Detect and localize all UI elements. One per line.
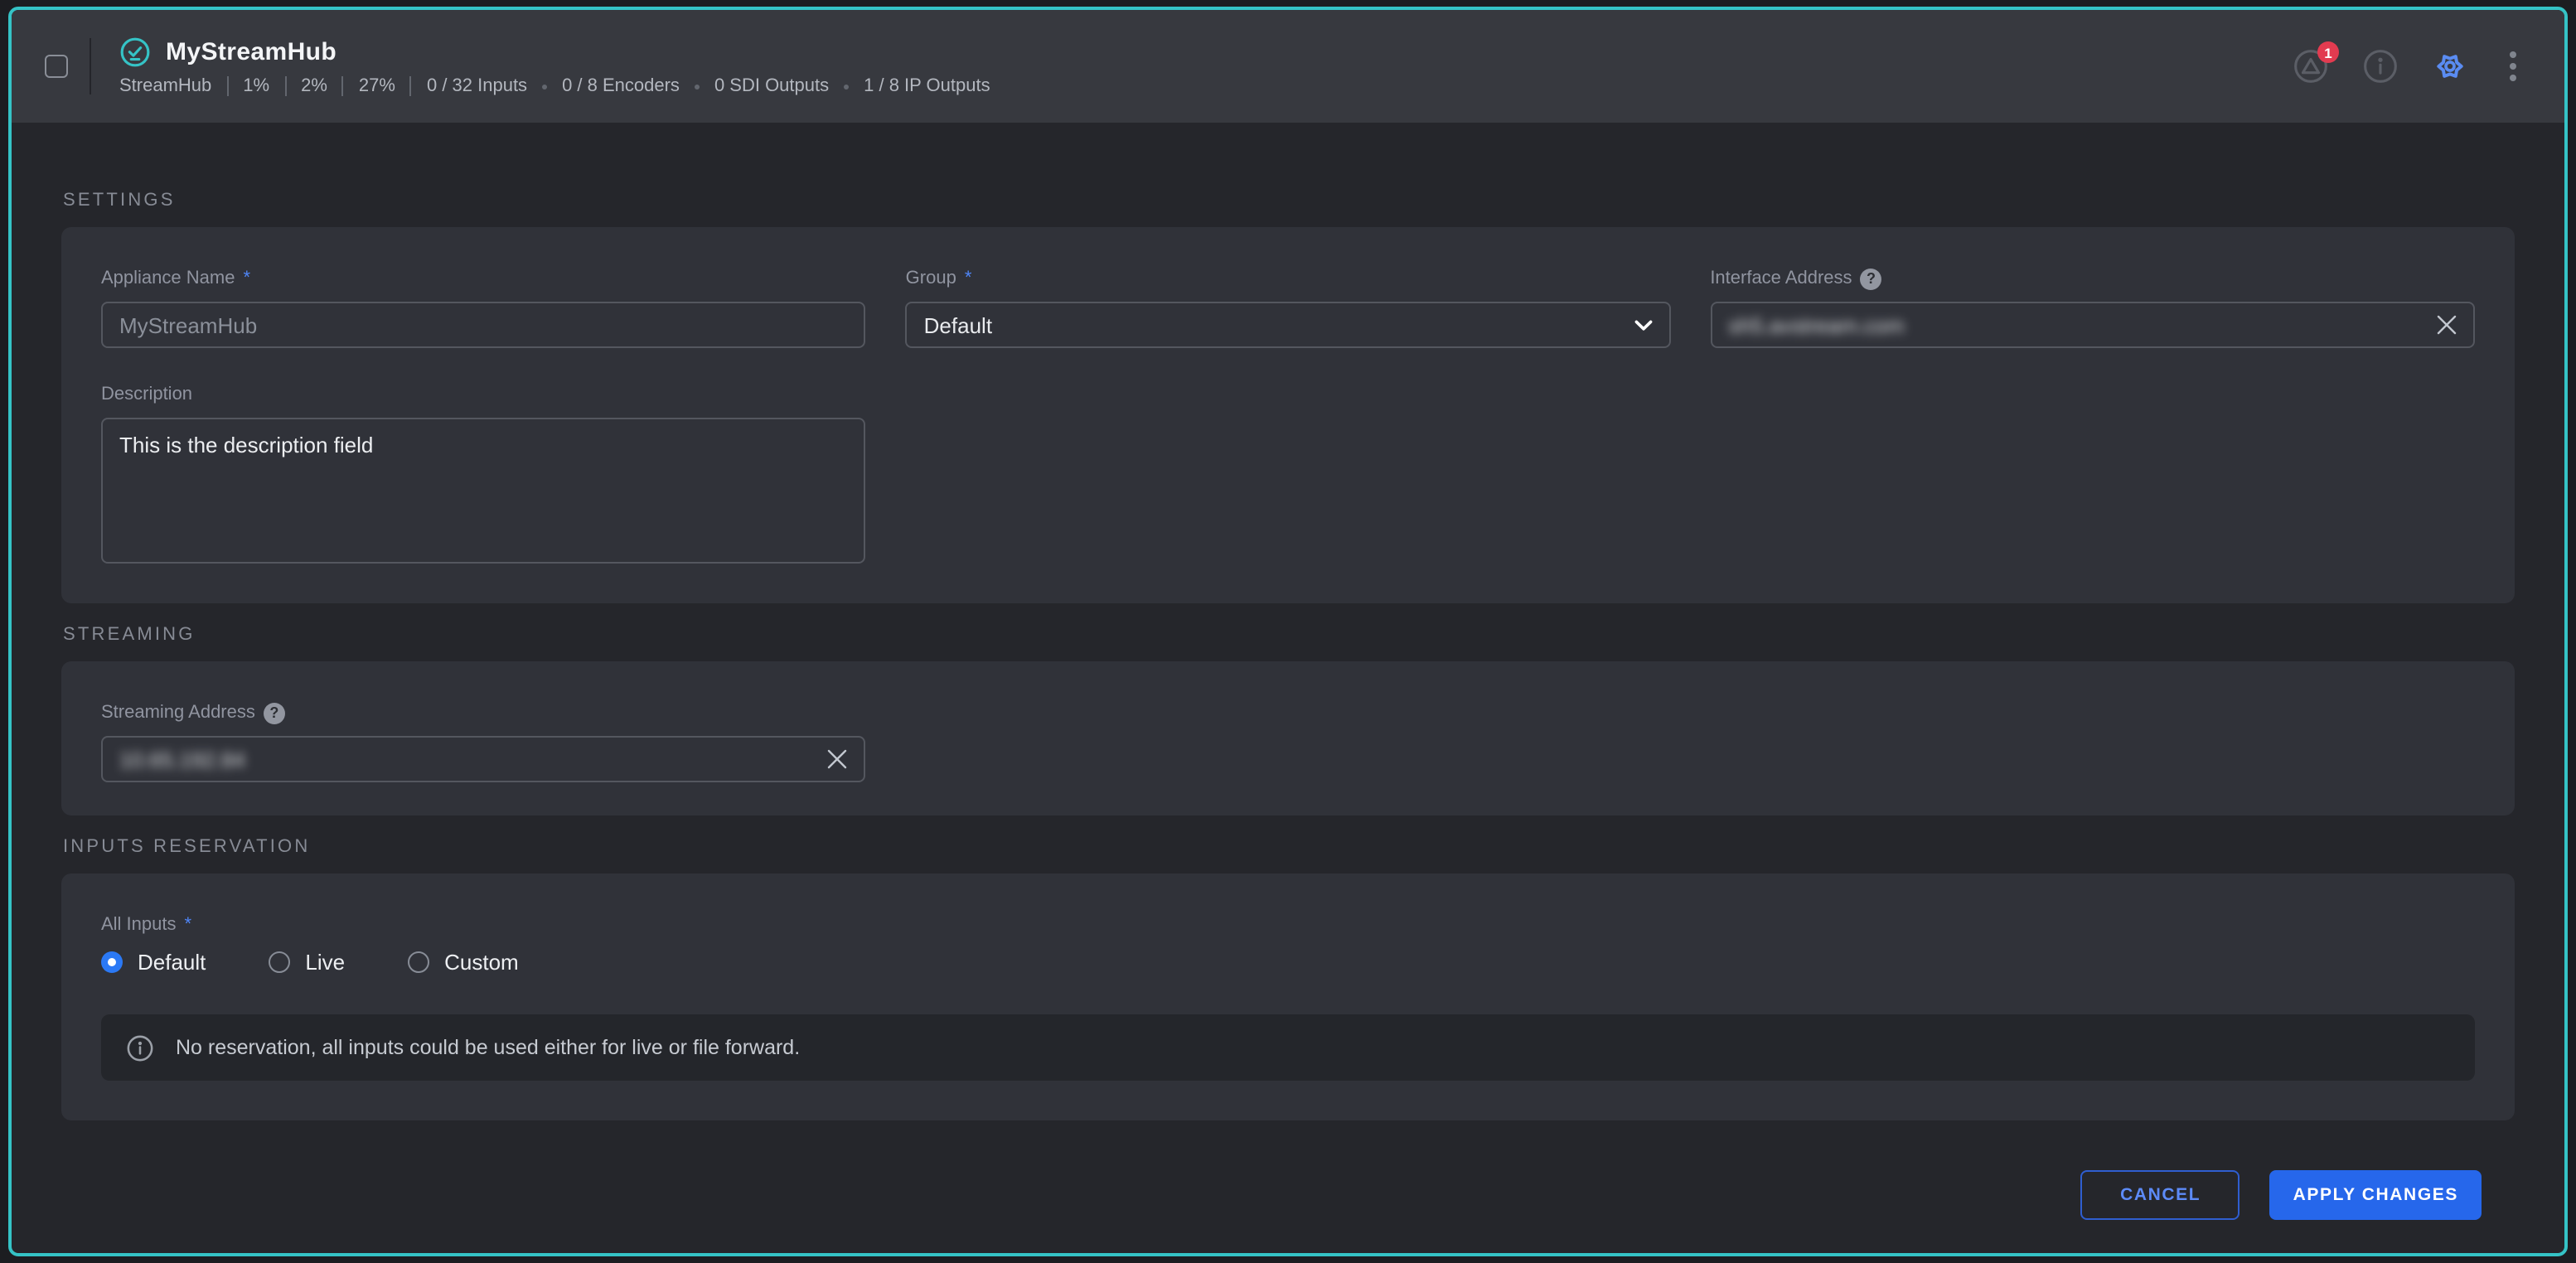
radio-option-default[interactable]: Default	[101, 950, 206, 975]
appliance-name-field-group: Appliance Name * MyStreamHub	[101, 267, 866, 348]
separator	[410, 76, 412, 96]
inputs-reservation-section-heading: INPUTS RESERVATION	[63, 835, 2515, 859]
streaming-card: Streaming Address ? 10.65.192.84	[61, 661, 2515, 815]
radio-option-label: Default	[138, 950, 206, 975]
title-block: MyStreamHub StreamHub 1% 2% 27% 0 / 32 I…	[119, 36, 990, 96]
meta-ip-outputs: 1 / 8 IP Outputs	[864, 76, 990, 96]
settings-gear-icon[interactable]	[2432, 48, 2468, 85]
group-selected-value: Default	[924, 312, 992, 337]
streaming-address-input[interactable]: 10.65.192.84	[101, 736, 866, 782]
reservation-info-banner: No reservation, all inputs could be used…	[101, 1014, 2475, 1081]
clear-interface-address-icon[interactable]	[2437, 315, 2457, 335]
alert-count-badge: 1	[2317, 41, 2339, 63]
header-actions: 1	[2293, 48, 2525, 85]
apply-changes-button[interactable]: APPLY CHANGES	[2270, 1170, 2482, 1220]
radio-option-custom[interactable]: Custom	[408, 950, 519, 975]
settings-card: Appliance Name * MyStreamHub Group * Defau…	[61, 227, 2515, 603]
screen: MyStreamHub StreamHub 1% 2% 27% 0 / 32 I…	[0, 0, 2576, 1263]
group-label: Group	[906, 267, 956, 290]
meta-disk: 27%	[359, 76, 395, 96]
appliance-panel: MyStreamHub StreamHub 1% 2% 27% 0 / 32 I…	[8, 7, 2568, 1256]
interface-address-input[interactable]: sh5.avstream.com	[1710, 302, 2475, 348]
select-appliance-checkbox[interactable]	[45, 55, 68, 78]
alerts-button[interactable]: 1	[2293, 48, 2329, 85]
radio-unselected-icon	[269, 951, 290, 973]
appliance-header: MyStreamHub StreamHub 1% 2% 27% 0 / 32 I…	[12, 10, 2564, 123]
all-inputs-label: All Inputs	[101, 913, 177, 936]
status-ok-icon	[119, 36, 151, 68]
separator	[284, 76, 286, 96]
streaming-address-value: 10.65.192.84	[119, 747, 245, 772]
description-field-group: Description This is the description fiel…	[101, 383, 866, 564]
appliance-name-label: Appliance Name	[101, 267, 235, 290]
meta-inputs: 0 / 32 Inputs	[427, 76, 527, 96]
header-divider	[90, 38, 91, 94]
meta-memory: 2%	[301, 76, 327, 96]
inputs-reservation-card: All Inputs * Default Live Custom	[61, 873, 2515, 1120]
dot-separator	[542, 84, 547, 89]
required-asterisk: *	[965, 267, 972, 290]
appliance-meta: StreamHub 1% 2% 27% 0 / 32 Inputs 0 / 8 …	[119, 76, 990, 96]
radio-unselected-icon	[408, 951, 429, 973]
streaming-section-heading: STREAMING	[63, 623, 2515, 646]
appliance-title: MyStreamHub	[166, 38, 337, 66]
interface-address-value: sh5.avstream.com	[1728, 312, 1904, 337]
interface-address-label: Interface Address	[1710, 267, 1852, 290]
description-value: This is the description field	[119, 433, 373, 457]
radio-option-label: Custom	[444, 950, 519, 975]
appliance-name-value: MyStreamHub	[119, 312, 257, 337]
cancel-button[interactable]: CANCEL	[2081, 1170, 2240, 1220]
info-circle-icon	[126, 1033, 154, 1062]
form-actions: CANCEL APPLY CHANGES	[61, 1120, 2515, 1220]
settings-page: SETTINGS Appliance Name * MyStreamHub Gro…	[12, 123, 2564, 1253]
group-select[interactable]: Default	[906, 302, 1671, 348]
streaming-address-label: Streaming Address	[101, 701, 255, 724]
interface-address-help-icon[interactable]: ?	[1861, 268, 1882, 289]
separator	[342, 76, 344, 96]
radio-selected-icon	[101, 951, 123, 973]
info-button[interactable]	[2362, 48, 2399, 85]
meta-type: StreamHub	[119, 76, 211, 96]
required-asterisk: *	[185, 913, 192, 936]
clear-streaming-address-icon[interactable]	[828, 749, 848, 769]
separator	[226, 76, 228, 96]
reservation-info-text: No reservation, all inputs could be used…	[176, 1036, 800, 1059]
settings-section-heading: SETTINGS	[63, 189, 2515, 212]
description-label: Description	[101, 383, 192, 406]
meta-sdi-outputs: 0 SDI Outputs	[714, 76, 829, 96]
all-inputs-radio-group: Default Live Custom	[101, 950, 2475, 975]
appliance-name-input[interactable]: MyStreamHub	[101, 302, 866, 348]
meta-cpu: 1%	[243, 76, 269, 96]
dot-separator	[844, 84, 849, 89]
description-textarea[interactable]: This is the description field	[101, 418, 866, 564]
radio-option-live[interactable]: Live	[269, 950, 345, 975]
radio-option-label: Live	[305, 950, 345, 975]
streaming-address-help-icon[interactable]: ?	[264, 702, 285, 723]
chevron-down-icon	[1634, 319, 1652, 331]
dot-separator	[695, 84, 700, 89]
interface-address-field-group: Interface Address ? sh5.avstream.com	[1710, 267, 2475, 348]
group-field-group: Group * Default	[906, 267, 1671, 348]
more-options-button[interactable]	[2501, 48, 2525, 85]
streaming-address-field-group: Streaming Address ? 10.65.192.84	[101, 701, 866, 782]
meta-encoders: 0 / 8 Encoders	[562, 76, 680, 96]
required-asterisk: *	[243, 267, 250, 290]
